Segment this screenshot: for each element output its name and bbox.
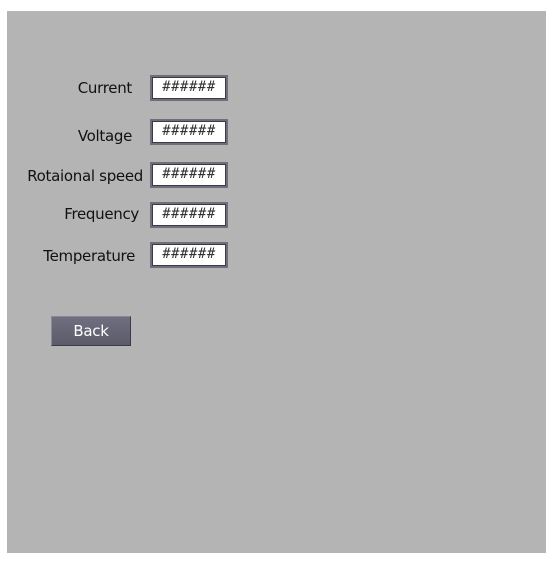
rotational-speed-field[interactable]: ###### xyxy=(150,162,228,188)
rotational-speed-label: Rotaional speed xyxy=(27,167,143,185)
current-label: Current xyxy=(77,79,133,97)
voltage-value: ###### xyxy=(152,121,226,143)
frequency-field[interactable]: ###### xyxy=(150,202,228,228)
voltage-label: Voltage xyxy=(77,127,132,145)
frequency-value: ###### xyxy=(152,204,226,226)
current-field[interactable]: ###### xyxy=(150,75,228,101)
temperature-value: ###### xyxy=(152,244,226,266)
temperature-field[interactable]: ###### xyxy=(150,242,228,268)
voltage-field[interactable]: ###### xyxy=(150,119,228,145)
frequency-label: Frequency xyxy=(64,205,139,223)
current-value: ###### xyxy=(152,77,226,99)
back-button[interactable]: Back xyxy=(51,316,131,346)
rotational-speed-value: ###### xyxy=(152,164,226,186)
temperature-label: Temperature xyxy=(43,247,135,265)
